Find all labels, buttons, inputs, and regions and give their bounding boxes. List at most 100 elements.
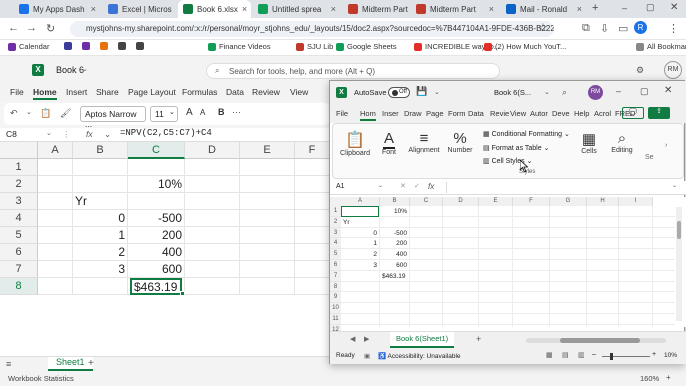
desktop-menu-fred[interactable]: FRED (615, 109, 635, 118)
cell-B3[interactable]: Yr (75, 193, 125, 210)
conditional-formatting-button[interactable]: ▦ Conditional Formatting ⌄ (483, 130, 570, 138)
desktop-menu-draw[interactable]: Draw (404, 109, 422, 118)
cell-C4[interactable]: -500 (130, 210, 182, 227)
menu-data[interactable]: Data (226, 87, 244, 97)
row-header[interactable]: 10 (330, 303, 341, 314)
chevron-down-icon[interactable]: ⌄ (82, 65, 88, 73)
desktop-menu-view[interactable]: View (510, 109, 526, 118)
font-name-select[interactable]: Aptos Narrow ... (80, 106, 146, 129)
bookmark-item[interactable]: Finance Videos (208, 42, 271, 51)
cell-B5[interactable]: 400 (382, 249, 407, 260)
row-header[interactable]: 7 (0, 261, 38, 278)
fx-icon[interactable]: fx (86, 129, 93, 139)
save-icon[interactable]: 💾 (416, 86, 427, 97)
row-header[interactable]: 1 (0, 159, 38, 176)
search-box[interactable]: ⌕ Search for tools, help, and more (Alt … (206, 63, 500, 79)
row-header[interactable]: 2 (330, 216, 341, 228)
column-header[interactable]: C (410, 197, 443, 206)
scrollbar-thumb[interactable] (677, 221, 681, 239)
row-header[interactable]: 8 (0, 278, 38, 295)
bookmark-item[interactable] (136, 42, 144, 50)
close-icon[interactable]: × (489, 4, 494, 14)
menu-share[interactable]: Share (96, 87, 119, 97)
zoom-in-icon[interactable]: + (666, 373, 671, 382)
menu-formulas[interactable]: Formulas (182, 87, 217, 97)
zoom-out-icon[interactable]: – (592, 351, 596, 358)
new-tab-button[interactable]: + (592, 2, 598, 14)
column-header[interactable]: A (38, 142, 73, 159)
menu-home[interactable]: Home (33, 87, 57, 100)
column-header[interactable]: E (240, 142, 295, 159)
cell-A5[interactable]: 2 (343, 249, 377, 260)
all-bookmarks[interactable]: All Bookmarks (636, 42, 686, 51)
formula-input[interactable]: =NPV(C2,C5:C7)+C4 (120, 128, 212, 138)
column-header[interactable]: B (73, 142, 128, 159)
menu-view[interactable]: View (290, 87, 308, 97)
bookmark-item[interactable] (82, 42, 90, 50)
scroll-right-icon[interactable]: ▶ (364, 335, 369, 343)
row-header[interactable]: 6 (330, 260, 341, 271)
forward-icon[interactable]: → (26, 22, 37, 34)
minimize-icon[interactable]: – (622, 3, 627, 13)
row-header[interactable]: 8 (330, 281, 341, 293)
browser-tab[interactable]: Midterm Part× (343, 0, 409, 18)
font-size-select[interactable]: 11 ⌄ (150, 106, 178, 122)
add-sheet-button[interactable]: + (88, 358, 94, 369)
extensions-icon[interactable]: ⧉ (582, 22, 590, 35)
browser-menu-icon[interactable]: ⋮ (668, 22, 679, 35)
bookmark-item[interactable] (118, 42, 126, 50)
normal-view-icon[interactable]: ▦ (546, 351, 553, 359)
chevron-right-icon[interactable]: › (665, 142, 667, 149)
browser-tab[interactable]: Untitled sprea × (253, 0, 341, 18)
chevron-down-icon[interactable]: ⌄ (672, 182, 677, 189)
close-icon[interactable]: × (242, 4, 247, 14)
bookmark-item[interactable]: SJU Lib (296, 42, 333, 51)
zoom-level[interactable]: 10% (664, 352, 677, 359)
row-header[interactable]: 3 (0, 193, 38, 210)
cell-B7[interactable]: 3 (75, 261, 125, 278)
add-sheet-button[interactable]: + (476, 334, 481, 344)
settings-icon[interactable]: ⚙ (636, 65, 644, 76)
minimize-icon[interactable]: – (616, 86, 621, 96)
user-avatar[interactable]: RM (588, 85, 603, 100)
close-icon[interactable]: ✕ (670, 2, 678, 13)
formula-input[interactable] (446, 182, 672, 193)
row-header[interactable]: 9 (330, 292, 341, 304)
confirm-icon[interactable]: ✓ (414, 182, 420, 190)
cell-B3[interactable]: -500 (382, 228, 407, 239)
browser-tab[interactable]: Excel | Micros× (103, 0, 176, 18)
page-break-icon[interactable]: ▥ (578, 351, 585, 359)
cell-B4[interactable]: 200 (382, 238, 407, 249)
chevron-down-icon[interactable]: ⌄ (544, 88, 550, 96)
desktop-menu-revie[interactable]: Revie (490, 109, 509, 118)
row-header[interactable]: 1 (330, 206, 341, 217)
zoom-level[interactable]: 160% (640, 374, 659, 383)
browser-tab[interactable]: Midterm Part× (411, 0, 499, 18)
increase-font-icon[interactable]: A (186, 107, 193, 118)
zoom-slider-thumb[interactable] (610, 353, 613, 360)
bookmark-star-icon[interactable]: ☆ (538, 21, 548, 34)
number-group[interactable]: % Number (445, 130, 475, 154)
column-header[interactable]: G (550, 197, 587, 206)
format-as-table-button[interactable]: ▤ Format as Table ⌄ (483, 144, 549, 152)
row-header[interactable]: 11 (330, 314, 341, 325)
desktop-menu-data[interactable]: Data (468, 109, 484, 118)
clipboard-group[interactable]: 📋 Clipboard (337, 130, 373, 157)
cell-A3[interactable]: 0 (343, 228, 377, 239)
column-header[interactable]: A (341, 197, 380, 206)
chevron-down-icon[interactable]: ⌄ (378, 182, 383, 189)
chevron-down-icon[interactable]: ⌄ (46, 129, 52, 137)
bookmark-item[interactable]: (2) How Much YouT... (484, 42, 566, 51)
profile-avatar[interactable]: R (634, 21, 647, 34)
fx-icon[interactable]: fx (428, 182, 434, 191)
decrease-font-icon[interactable]: A (200, 108, 205, 117)
column-header[interactable]: E (479, 197, 513, 206)
reload-icon[interactable]: ↻ (46, 22, 55, 35)
desktop-menu-page[interactable]: Page (426, 109, 444, 118)
browser-tab[interactable]: Book 6.xlsx × (178, 0, 251, 18)
row-header[interactable]: 6 (0, 244, 38, 261)
downloads-icon[interactable]: ⇩ (600, 22, 609, 35)
row-header[interactable]: 5 (330, 249, 341, 260)
cell-C2[interactable]: 10% (130, 176, 182, 193)
cell-A4[interactable]: 1 (343, 238, 377, 249)
